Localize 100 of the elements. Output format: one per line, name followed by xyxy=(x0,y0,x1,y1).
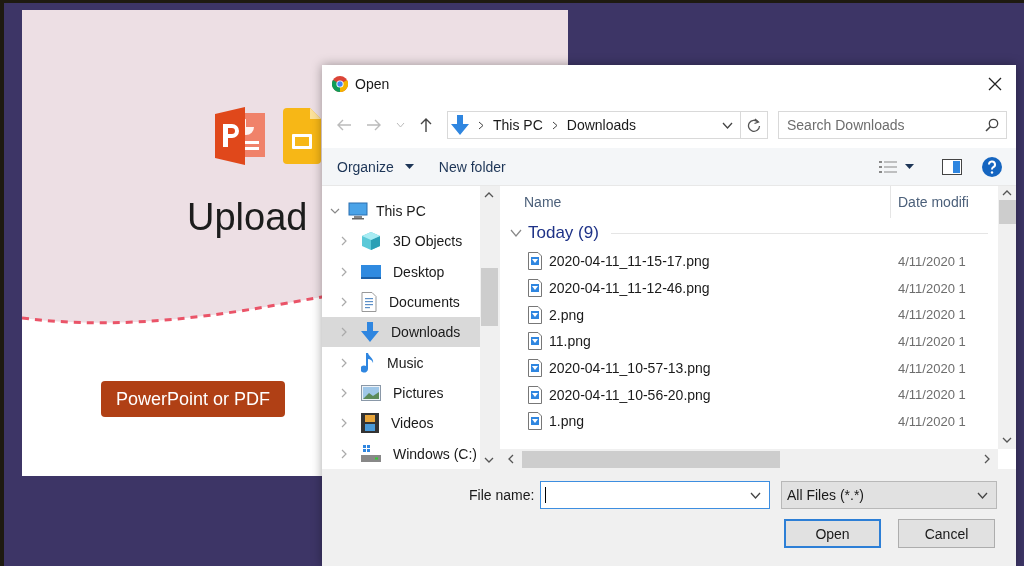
chevron-down-icon[interactable] xyxy=(750,491,761,499)
scrollbar-thumb[interactable] xyxy=(998,200,1016,224)
file-date: 4/11/2020 1 xyxy=(897,413,966,429)
browser-logo-icon xyxy=(332,75,348,92)
new-folder-button[interactable]: New folder xyxy=(435,158,509,175)
expand-chevron-icon[interactable] xyxy=(339,327,349,338)
chevron-left-icon[interactable] xyxy=(508,454,514,464)
forward-arrow-icon[interactable] xyxy=(366,118,382,132)
breadcrumb[interactable]: This PC xyxy=(493,117,543,133)
file-name: 2020-04-11_10-56-20.png xyxy=(549,386,711,403)
file-date: 4/11/2020 1 xyxy=(897,360,966,376)
organize-menu-button[interactable]: Organize xyxy=(334,158,397,175)
scrollbar[interactable] xyxy=(998,186,1016,449)
nav-item[interactable]: Downloads xyxy=(322,317,480,348)
chevron-right-icon xyxy=(551,120,558,130)
nav-item-label: Windows (C:) xyxy=(393,445,477,462)
nav-item[interactable]: 3D Objects xyxy=(322,226,480,257)
nav-item[interactable]: Videos xyxy=(322,408,480,439)
expand-chevron-icon[interactable] xyxy=(339,266,349,277)
file-date: 4/11/2020 1 xyxy=(897,333,966,349)
close-icon[interactable] xyxy=(988,76,1002,91)
file-name-label: File name: xyxy=(469,487,535,503)
column-header[interactable]: Date modifi xyxy=(891,194,969,210)
file-type-dropdown[interactable]: All Files (*.*) xyxy=(781,481,997,509)
chevron-down-icon[interactable] xyxy=(722,121,733,129)
group-chevron-icon[interactable] xyxy=(510,229,522,237)
file-row[interactable]: 1.png 4/11/2020 1 xyxy=(500,408,998,435)
breadcrumb[interactable]: Downloads xyxy=(566,117,637,133)
image-file-icon xyxy=(528,412,542,431)
file-name: 1.png xyxy=(549,413,585,430)
nav-item[interactable]: Pictures xyxy=(322,377,480,409)
image-file-icon xyxy=(528,305,542,324)
nav-item[interactable]: Windows (C:) xyxy=(322,438,480,469)
nav-item[interactable]: Desktop xyxy=(322,256,480,287)
file-date: 4/11/2020 1 xyxy=(897,307,966,323)
powerpoint-or-pdf-button[interactable]: PowerPoint or PDF xyxy=(101,381,286,417)
caret-icon[interactable] xyxy=(905,164,914,169)
nav-item[interactable]: Music xyxy=(322,347,480,378)
scrollbar[interactable] xyxy=(480,186,498,469)
file-row[interactable]: 2020-04-11_10-56-20.png 4/11/2020 1 xyxy=(500,381,998,409)
column-header[interactable]: Name xyxy=(500,186,891,218)
nav-item-label: Downloads xyxy=(391,324,461,341)
image-file-icon xyxy=(528,252,542,271)
expand-chevron-icon[interactable] xyxy=(339,297,349,308)
nav-item-label: Music xyxy=(387,354,424,371)
caret-icon xyxy=(404,164,414,169)
chevron-right-icon xyxy=(478,120,484,130)
file-name-field[interactable] xyxy=(540,481,770,509)
file-row[interactable]: 11.png 4/11/2020 1 xyxy=(500,328,998,355)
up-arrow-icon[interactable] xyxy=(419,117,433,133)
file-row[interactable]: 2020-04-11_11-12-46.png 4/11/2020 1 xyxy=(500,274,998,302)
recent-dropdown-icon[interactable] xyxy=(396,122,405,128)
cancel-button[interactable]: Cancel xyxy=(898,519,995,548)
address-bar[interactable]: This PC Downloads xyxy=(447,111,768,139)
file-date: 4/11/2020 1 xyxy=(897,253,966,269)
download-arrow-icon xyxy=(361,322,379,343)
desktop-icon xyxy=(361,263,381,280)
nav-item-label: Videos xyxy=(391,415,434,432)
chevron-right-icon[interactable] xyxy=(984,454,990,464)
expand-chevron-icon[interactable] xyxy=(339,357,349,368)
nav-item[interactable]: Documents xyxy=(322,286,480,318)
nav-item-label: Documents xyxy=(389,294,460,311)
file-row[interactable]: 2020-04-11_11-15-17.png 4/11/2020 1 xyxy=(500,248,998,275)
cube-icon xyxy=(361,231,381,252)
view-options-icon[interactable] xyxy=(879,159,897,174)
nav-item-label: This PC xyxy=(376,203,426,220)
file-row[interactable]: 2020-04-11_10-57-13.png 4/11/2020 1 xyxy=(500,354,998,382)
chevron-down-icon[interactable] xyxy=(484,457,494,463)
search-field[interactable]: Search Downloads xyxy=(778,111,1007,139)
presentation-app-icon xyxy=(215,107,267,165)
preview-pane-icon[interactable] xyxy=(942,158,962,175)
nav-item-label: 3D Objects xyxy=(393,233,463,250)
file-row[interactable]: 2.png 4/11/2020 1 xyxy=(500,301,998,329)
image-file-icon xyxy=(528,332,542,351)
chevron-down-icon[interactable] xyxy=(1002,437,1012,443)
nav-item-label: Pictures xyxy=(393,384,444,401)
nav-item[interactable]: This PC xyxy=(322,196,480,227)
pictures-icon xyxy=(361,384,381,401)
file-name: 2020-04-11_11-15-17.png xyxy=(549,253,710,270)
chevron-up-icon[interactable] xyxy=(1002,190,1012,196)
dialog-title: Open xyxy=(355,75,390,92)
expand-chevron-icon[interactable] xyxy=(339,448,349,459)
expand-chevron-icon[interactable] xyxy=(339,236,349,247)
help-icon[interactable] xyxy=(982,156,1002,177)
expand-chevron-icon[interactable] xyxy=(339,387,349,398)
film-strip-icon xyxy=(361,413,379,434)
computer-icon xyxy=(348,202,368,221)
scrollbar-thumb[interactable] xyxy=(480,268,498,326)
scrollbar[interactable] xyxy=(500,449,998,469)
open-button[interactable]: Open xyxy=(784,519,881,548)
chevron-up-icon[interactable] xyxy=(484,192,494,198)
search-icon xyxy=(985,118,999,132)
back-arrow-icon[interactable] xyxy=(336,118,352,132)
group-header: Today (9) xyxy=(528,223,599,243)
scrollbar-thumb[interactable] xyxy=(522,450,780,468)
music-note-icon xyxy=(361,352,375,373)
expand-chevron-icon[interactable] xyxy=(339,418,349,429)
document-icon xyxy=(361,292,377,313)
download-arrow-icon xyxy=(451,115,469,135)
file-name: 2.png xyxy=(549,306,585,323)
